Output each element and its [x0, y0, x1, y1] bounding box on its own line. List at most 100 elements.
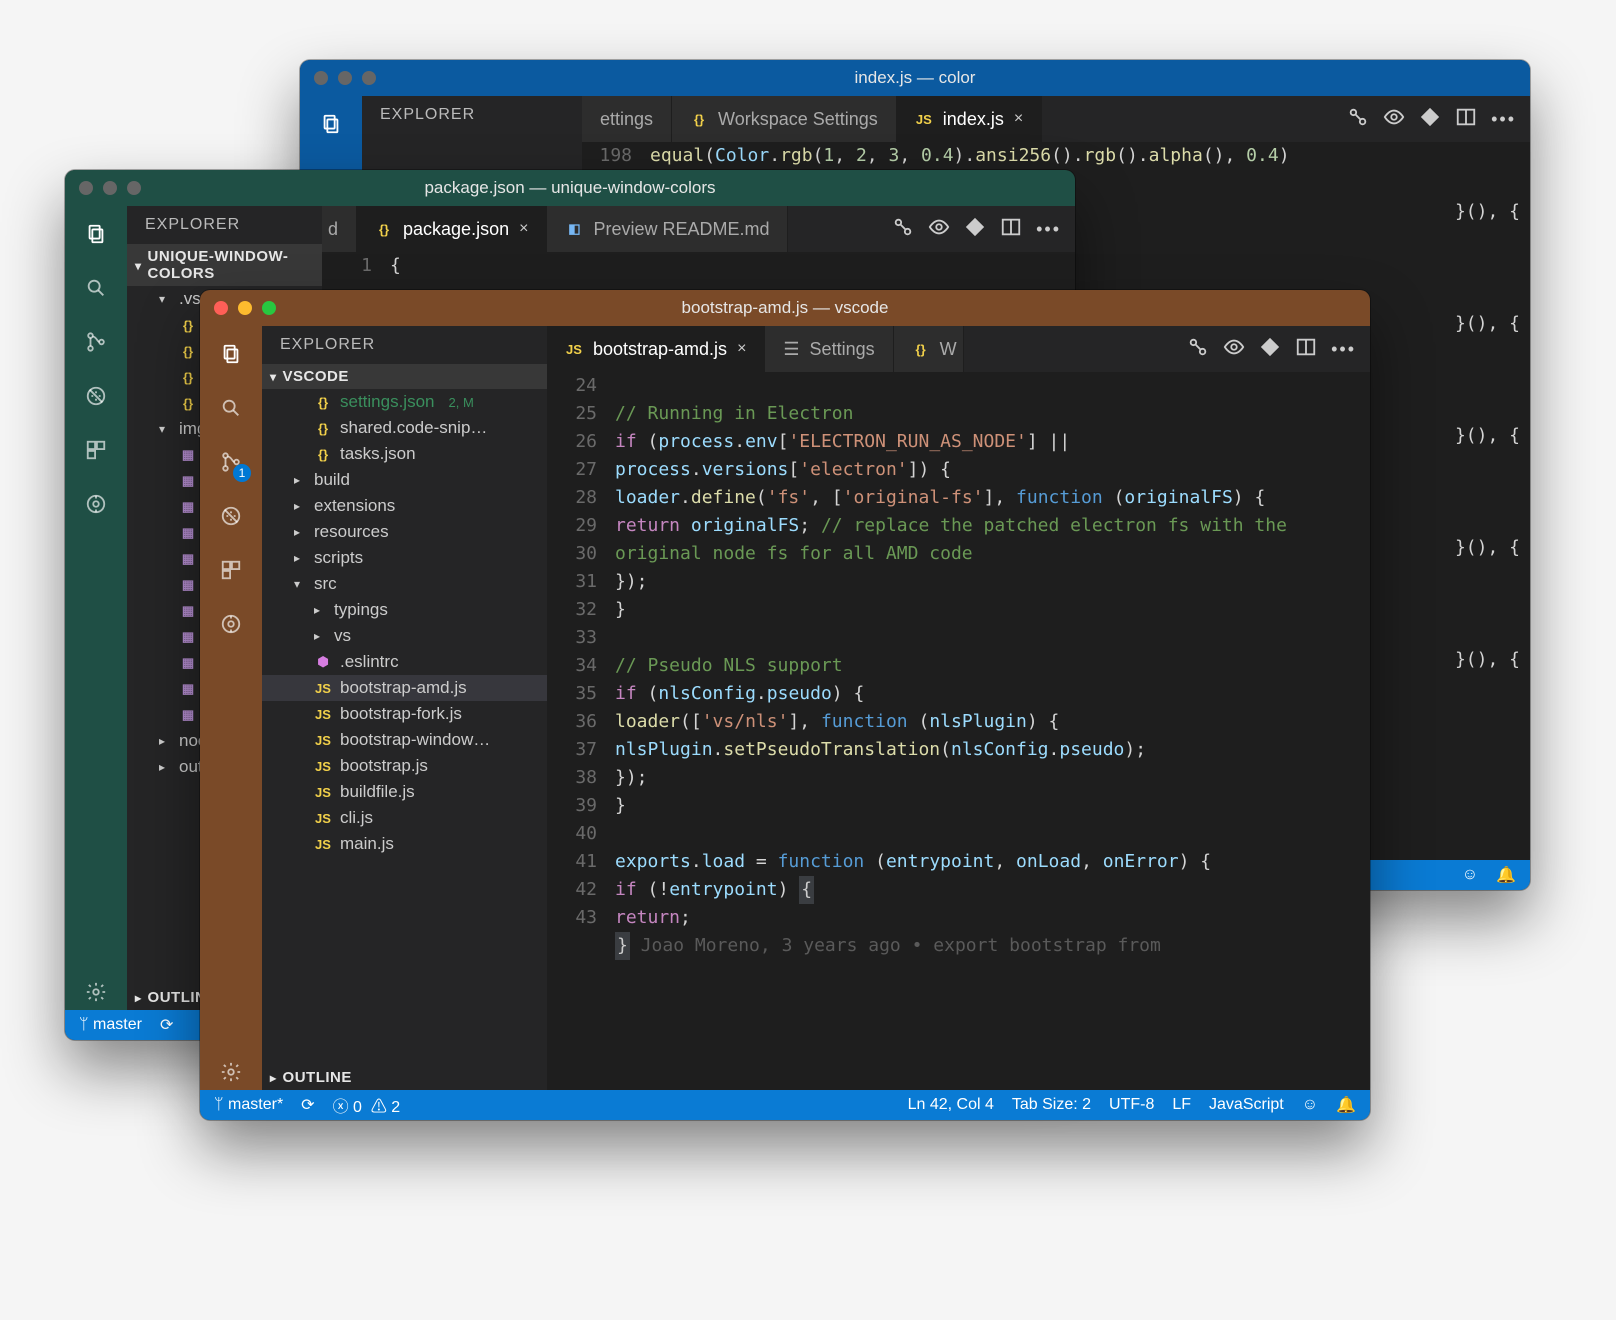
- activity-debug-icon[interactable]: [213, 498, 249, 534]
- tree-file[interactable]: JSbootstrap-amd.js: [262, 675, 547, 701]
- compare-icon[interactable]: [1347, 106, 1369, 133]
- traffic-lights[interactable]: [314, 60, 376, 96]
- code-line[interactable]: if (!entrypoint) {: [615, 876, 1360, 904]
- titlebar[interactable]: bootstrap-amd.js — vscode: [200, 290, 1370, 326]
- activity-debug-icon[interactable]: [78, 378, 114, 414]
- sync-icon[interactable]: ⟳: [160, 1015, 173, 1035]
- more-icon[interactable]: •••: [1491, 109, 1516, 130]
- feedback-icon[interactable]: ☺: [1302, 1096, 1318, 1114]
- tree-file[interactable]: JSbuildfile.js: [262, 779, 547, 805]
- split-icon[interactable]: [1295, 336, 1317, 363]
- activity-settings-icon[interactable]: [78, 974, 114, 1010]
- code-line[interactable]: }: [615, 792, 1360, 820]
- tree-file[interactable]: ⬢.eslintrc: [262, 649, 547, 675]
- traffic-max[interactable]: [362, 71, 376, 85]
- outline-header[interactable]: OUTLINE: [262, 1065, 547, 1090]
- code-line[interactable]: }: [615, 596, 1360, 624]
- file-tree[interactable]: {}settings.json2, M{}shared.code-snip…{}…: [262, 389, 547, 1065]
- feedback-icon[interactable]: ☺: [1462, 866, 1478, 884]
- tab-truncated[interactable]: d: [322, 206, 357, 252]
- code-line[interactable]: // Pseudo NLS support: [615, 652, 1360, 680]
- preview-icon[interactable]: [1223, 336, 1245, 363]
- tab-settings[interactable]: ☰ Settings: [765, 326, 893, 372]
- code-line[interactable]: } Joao Moreno, 3 years ago • export boot…: [615, 932, 1360, 960]
- traffic-min[interactable]: [338, 71, 352, 85]
- tab-preview-readme[interactable]: ◧ Preview README.md: [547, 206, 788, 252]
- activity-explorer-icon[interactable]: [78, 216, 114, 252]
- activity-gitlens-icon[interactable]: [213, 606, 249, 642]
- problems-indicator[interactable]: ⓧ 0 ⚠ 2: [333, 1093, 401, 1117]
- tree-file[interactable]: JSmain.js: [262, 831, 547, 857]
- traffic-min[interactable]: [103, 181, 117, 195]
- close-icon[interactable]: ×: [737, 340, 746, 358]
- code-line[interactable]: [615, 820, 1360, 848]
- tab-index-js[interactable]: JS index.js ×: [897, 96, 1042, 142]
- tab-settings[interactable]: ettings: [582, 96, 672, 142]
- activity-extensions-icon[interactable]: [213, 552, 249, 588]
- code-line[interactable]: loader(['vs/nls'], function (nlsPlugin) …: [615, 708, 1360, 736]
- traffic-close[interactable]: [314, 71, 328, 85]
- activity-explorer-icon[interactable]: [213, 336, 249, 372]
- activity-extensions-icon[interactable]: [78, 432, 114, 468]
- tree-folder[interactable]: extensions: [262, 493, 547, 519]
- bell-icon[interactable]: 🔔: [1496, 865, 1516, 885]
- tree-file[interactable]: JScli.js: [262, 805, 547, 831]
- editor-content[interactable]: // Running in Electronif (process.env['E…: [615, 372, 1370, 1090]
- titlebar[interactable]: package.json — unique-window-colors: [65, 170, 1075, 206]
- code-line[interactable]: return;: [615, 904, 1360, 932]
- tree-folder[interactable]: resources: [262, 519, 547, 545]
- code-line[interactable]: // Running in Electron: [615, 400, 1360, 428]
- bell-icon[interactable]: 🔔: [1336, 1095, 1356, 1115]
- eol[interactable]: LF: [1172, 1096, 1191, 1114]
- tree-file[interactable]: {}settings.json2, M: [262, 389, 547, 415]
- activity-scm-icon[interactable]: [78, 324, 114, 360]
- tree-folder[interactable]: typings: [262, 597, 547, 623]
- code-line[interactable]: return originalFS; // replace the patche…: [615, 512, 1360, 568]
- tree-file[interactable]: {}tasks.json: [262, 441, 547, 467]
- code-line[interactable]: });: [615, 764, 1360, 792]
- split-icon[interactable]: [1455, 106, 1477, 133]
- traffic-close[interactable]: [214, 301, 228, 315]
- more-icon[interactable]: •••: [1331, 339, 1356, 360]
- tree-file[interactable]: {}shared.code-snip…: [262, 415, 547, 441]
- activity-settings-icon[interactable]: [213, 1054, 249, 1090]
- activity-gitlens-icon[interactable]: [78, 486, 114, 522]
- revert-icon[interactable]: [964, 216, 986, 243]
- preview-icon[interactable]: [1383, 106, 1405, 133]
- preview-icon[interactable]: [928, 216, 950, 243]
- code-line[interactable]: if (nlsConfig.pseudo) {: [615, 680, 1360, 708]
- tree-folder[interactable]: build: [262, 467, 547, 493]
- traffic-max[interactable]: [262, 301, 276, 315]
- tree-file[interactable]: JSbootstrap.js: [262, 753, 547, 779]
- traffic-min[interactable]: [238, 301, 252, 315]
- tree-folder[interactable]: src: [262, 571, 547, 597]
- tree-file[interactable]: JSbootstrap-fork.js: [262, 701, 547, 727]
- traffic-lights[interactable]: [214, 290, 276, 326]
- tree-file[interactable]: JSbootstrap-window…: [262, 727, 547, 753]
- branch-indicator[interactable]: ᛘ master*: [214, 1096, 283, 1114]
- cursor-position[interactable]: Ln 42, Col 4: [908, 1096, 994, 1114]
- traffic-close[interactable]: [79, 181, 93, 195]
- more-icon[interactable]: •••: [1036, 219, 1061, 240]
- code-line[interactable]: exports.load = function (entrypoint, onL…: [615, 848, 1360, 876]
- activity-scm-icon[interactable]: 1: [213, 444, 249, 480]
- tab-workspace-settings[interactable]: {} Workspace Settings: [672, 96, 897, 142]
- code-line[interactable]: });: [615, 568, 1360, 596]
- tab-size[interactable]: Tab Size: 2: [1012, 1096, 1091, 1114]
- activity-search-icon[interactable]: [213, 390, 249, 426]
- tree-folder[interactable]: vs: [262, 623, 547, 649]
- code-line[interactable]: [615, 960, 1360, 988]
- sync-icon[interactable]: ⟳: [301, 1095, 314, 1115]
- workspace-header[interactable]: VSCODE: [262, 364, 547, 389]
- activity-search-icon[interactable]: [78, 270, 114, 306]
- split-icon[interactable]: [1000, 216, 1022, 243]
- workspace-header[interactable]: UNIQUE-WINDOW-COLORS: [127, 244, 322, 286]
- code-line[interactable]: [615, 372, 1360, 400]
- code-line[interactable]: nlsPlugin.setPseudoTranslation(nlsConfig…: [615, 736, 1360, 764]
- code-line[interactable]: [615, 624, 1360, 652]
- close-icon[interactable]: ×: [519, 220, 528, 238]
- revert-icon[interactable]: [1259, 336, 1281, 363]
- code-line[interactable]: if (process.env['ELECTRON_RUN_AS_NODE'] …: [615, 428, 1360, 484]
- traffic-lights[interactable]: [79, 170, 141, 206]
- close-icon[interactable]: ×: [1014, 110, 1023, 128]
